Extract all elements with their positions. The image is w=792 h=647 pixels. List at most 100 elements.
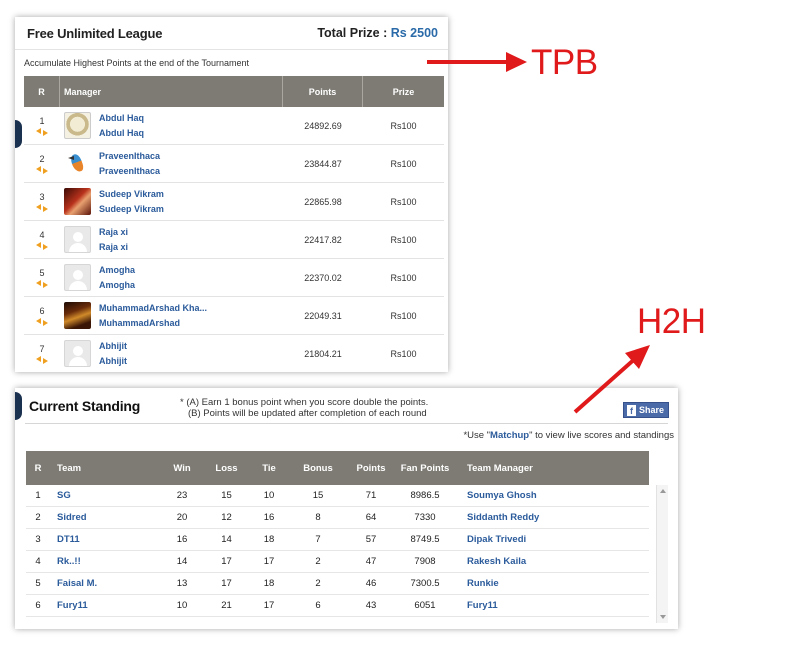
team-link[interactable]: Fury11 <box>50 600 160 611</box>
table-header: R Team Win Loss Tie Bonus Points Fan Poi… <box>26 451 649 485</box>
rank-change-icon <box>36 127 48 136</box>
points-cell: 24892.69 <box>304 120 342 131</box>
col-prize: Prize <box>392 86 415 97</box>
note-bonus: * (A) Earn 1 bonus point when you score … <box>180 397 429 408</box>
bird-avatar[interactable] <box>64 150 91 177</box>
table-row: 5 Faisal M. 13 17 18 2 46 7300.5 Runkie <box>26 573 649 595</box>
manager-name-link[interactable]: Raja xi <box>99 225 128 240</box>
prize-cell: Rs100 <box>390 120 417 131</box>
manager-cell: Raja xi Raja xi <box>60 221 283 258</box>
fan-points-cell: 7330 <box>414 512 436 523</box>
col-rank: R <box>24 76 60 107</box>
loss-cell: 12 <box>221 512 232 523</box>
total-prize-value: Rs 2500 <box>390 26 438 40</box>
col-fan-points: Fan Points <box>400 462 450 474</box>
team-name-link[interactable]: Raja xi <box>99 240 128 255</box>
team-link[interactable]: SG <box>50 490 160 501</box>
default-avatar[interactable] <box>64 340 91 367</box>
default-avatar[interactable] <box>64 264 91 291</box>
prize-cell: Rs100 <box>390 196 417 207</box>
win-cell: 13 <box>176 578 188 589</box>
team-name-link[interactable]: PraveenIthaca <box>99 164 160 179</box>
team-link[interactable]: Faisal M. <box>50 578 160 589</box>
team-name-link[interactable]: Abdul Haq <box>99 126 144 141</box>
photo-avatar[interactable] <box>64 188 91 215</box>
prize-cell: Rs100 <box>390 234 417 245</box>
table-row[interactable]: 5 Amogha Amogha 22370.02 Rs100 <box>24 259 444 297</box>
manager-name-link[interactable]: MuhammadArshad Kha... <box>99 301 207 316</box>
manager-name-link[interactable]: Abhijit <box>99 339 127 354</box>
rank-change-icon <box>36 317 48 326</box>
manager-name-link[interactable]: Sudeep Vikram <box>99 187 164 202</box>
rank-number: 4 <box>39 229 45 240</box>
manager-name-link[interactable]: PraveenIthaca <box>99 149 160 164</box>
matchup-link[interactable]: Matchup <box>490 430 529 441</box>
team-link[interactable]: DT11 <box>50 534 160 545</box>
tie-cell: 18 <box>263 578 275 589</box>
scroll-down-icon[interactable] <box>660 615 666 619</box>
hint-suffix: " to view live scores and standings <box>529 430 674 441</box>
rank-number: 5 <box>39 267 45 278</box>
total-prize-label: Total Prize : <box>317 26 388 40</box>
side-tab-handle[interactable] <box>15 392 22 420</box>
table-row[interactable]: 3 Sudeep Vikram Sudeep Vikram 22865.98 Rs… <box>24 183 444 221</box>
photo-avatar[interactable] <box>64 302 91 329</box>
col-team-manager: Team Manager <box>467 462 533 474</box>
table-row[interactable]: 1 Abdul Haq Abdul Haq 24892.69 Rs100 <box>24 107 444 145</box>
standing-title: Current Standing <box>29 398 141 414</box>
points-cell: 57 <box>365 534 377 545</box>
table-row[interactable]: 2 PraveenIthaca PraveenIthaca 23844.87 Rs… <box>24 145 444 183</box>
team-name-link[interactable]: Amogha <box>99 278 135 293</box>
bonus-cell: 8 <box>315 512 321 523</box>
tpb-league-panel: Free Unlimited League Total Prize : Rs 2… <box>15 17 448 372</box>
manager-link[interactable]: Soumya Ghosh <box>455 490 585 501</box>
team-name-link[interactable]: Sudeep Vikram <box>99 202 164 217</box>
rank-cell: 6 <box>24 297 60 334</box>
bonus-cell: 7 <box>315 534 321 545</box>
col-bonus: Bonus <box>303 462 333 474</box>
h2h-standing-panel: Current Standing * (A) Earn 1 bonus poin… <box>15 388 678 629</box>
manager-link[interactable]: Rakesh Kaila <box>455 556 585 567</box>
team-link[interactable]: Rk..!! <box>50 556 160 567</box>
tpb-annotation: TPB <box>531 43 598 82</box>
team-name-link[interactable]: Abhijit <box>99 354 127 369</box>
points-cell: 43 <box>365 600 377 611</box>
prize-cell: Rs100 <box>390 348 417 359</box>
loss-cell: 14 <box>221 534 232 545</box>
team-name-link[interactable]: MuhammadArshad <box>99 316 207 331</box>
vertical-scrollbar[interactable] <box>656 485 668 623</box>
win-cell: 20 <box>176 512 188 523</box>
team-link[interactable]: Sidred <box>50 512 160 523</box>
manager-link[interactable]: Fury11 <box>455 600 585 611</box>
medal-avatar[interactable] <box>64 112 91 139</box>
loss-cell: 21 <box>221 600 232 611</box>
facebook-share-button[interactable]: f Share <box>623 402 669 418</box>
rank-change-icon <box>36 279 48 288</box>
rank-cell: 1 <box>35 490 41 501</box>
bonus-cell: 6 <box>315 600 321 611</box>
points-cell: 64 <box>365 512 377 523</box>
bonus-cell: 15 <box>312 490 324 501</box>
side-tab-handle[interactable] <box>15 120 22 148</box>
points-cell: 46 <box>365 578 377 589</box>
col-manager: Manager <box>60 76 283 107</box>
matchup-hint: *Use "Matchup" to view live scores and s… <box>463 430 674 441</box>
default-avatar[interactable] <box>64 226 91 253</box>
share-label: Share <box>639 405 665 415</box>
manager-link[interactable]: Runkie <box>455 578 585 589</box>
rank-change-icon <box>36 241 48 250</box>
manager-cell: Abdul Haq Abdul Haq <box>60 107 283 144</box>
manager-name-link[interactable]: Amogha <box>99 263 135 278</box>
manager-link[interactable]: Siddanth Reddy <box>455 512 585 523</box>
points-cell: 22049.31 <box>304 310 342 321</box>
table-row[interactable]: 7 Abhijit Abhijit 21804.21 Rs100 <box>24 335 444 372</box>
col-loss: Loss <box>215 462 238 474</box>
table-row: 6 Fury11 10 21 17 6 43 6051 Fury11 <box>26 595 649 617</box>
rank-number: 2 <box>39 153 45 164</box>
table-row[interactable]: 4 Raja xi Raja xi 22417.82 Rs100 <box>24 221 444 259</box>
manager-link[interactable]: Dipak Trivedi <box>455 534 585 545</box>
manager-name-link[interactable]: Abdul Haq <box>99 111 144 126</box>
manager-cell: Abhijit Abhijit <box>60 335 283 372</box>
table-row[interactable]: 6 MuhammadArshad Kha... MuhammadArshad 22… <box>24 297 444 335</box>
scroll-up-icon[interactable] <box>660 489 666 493</box>
